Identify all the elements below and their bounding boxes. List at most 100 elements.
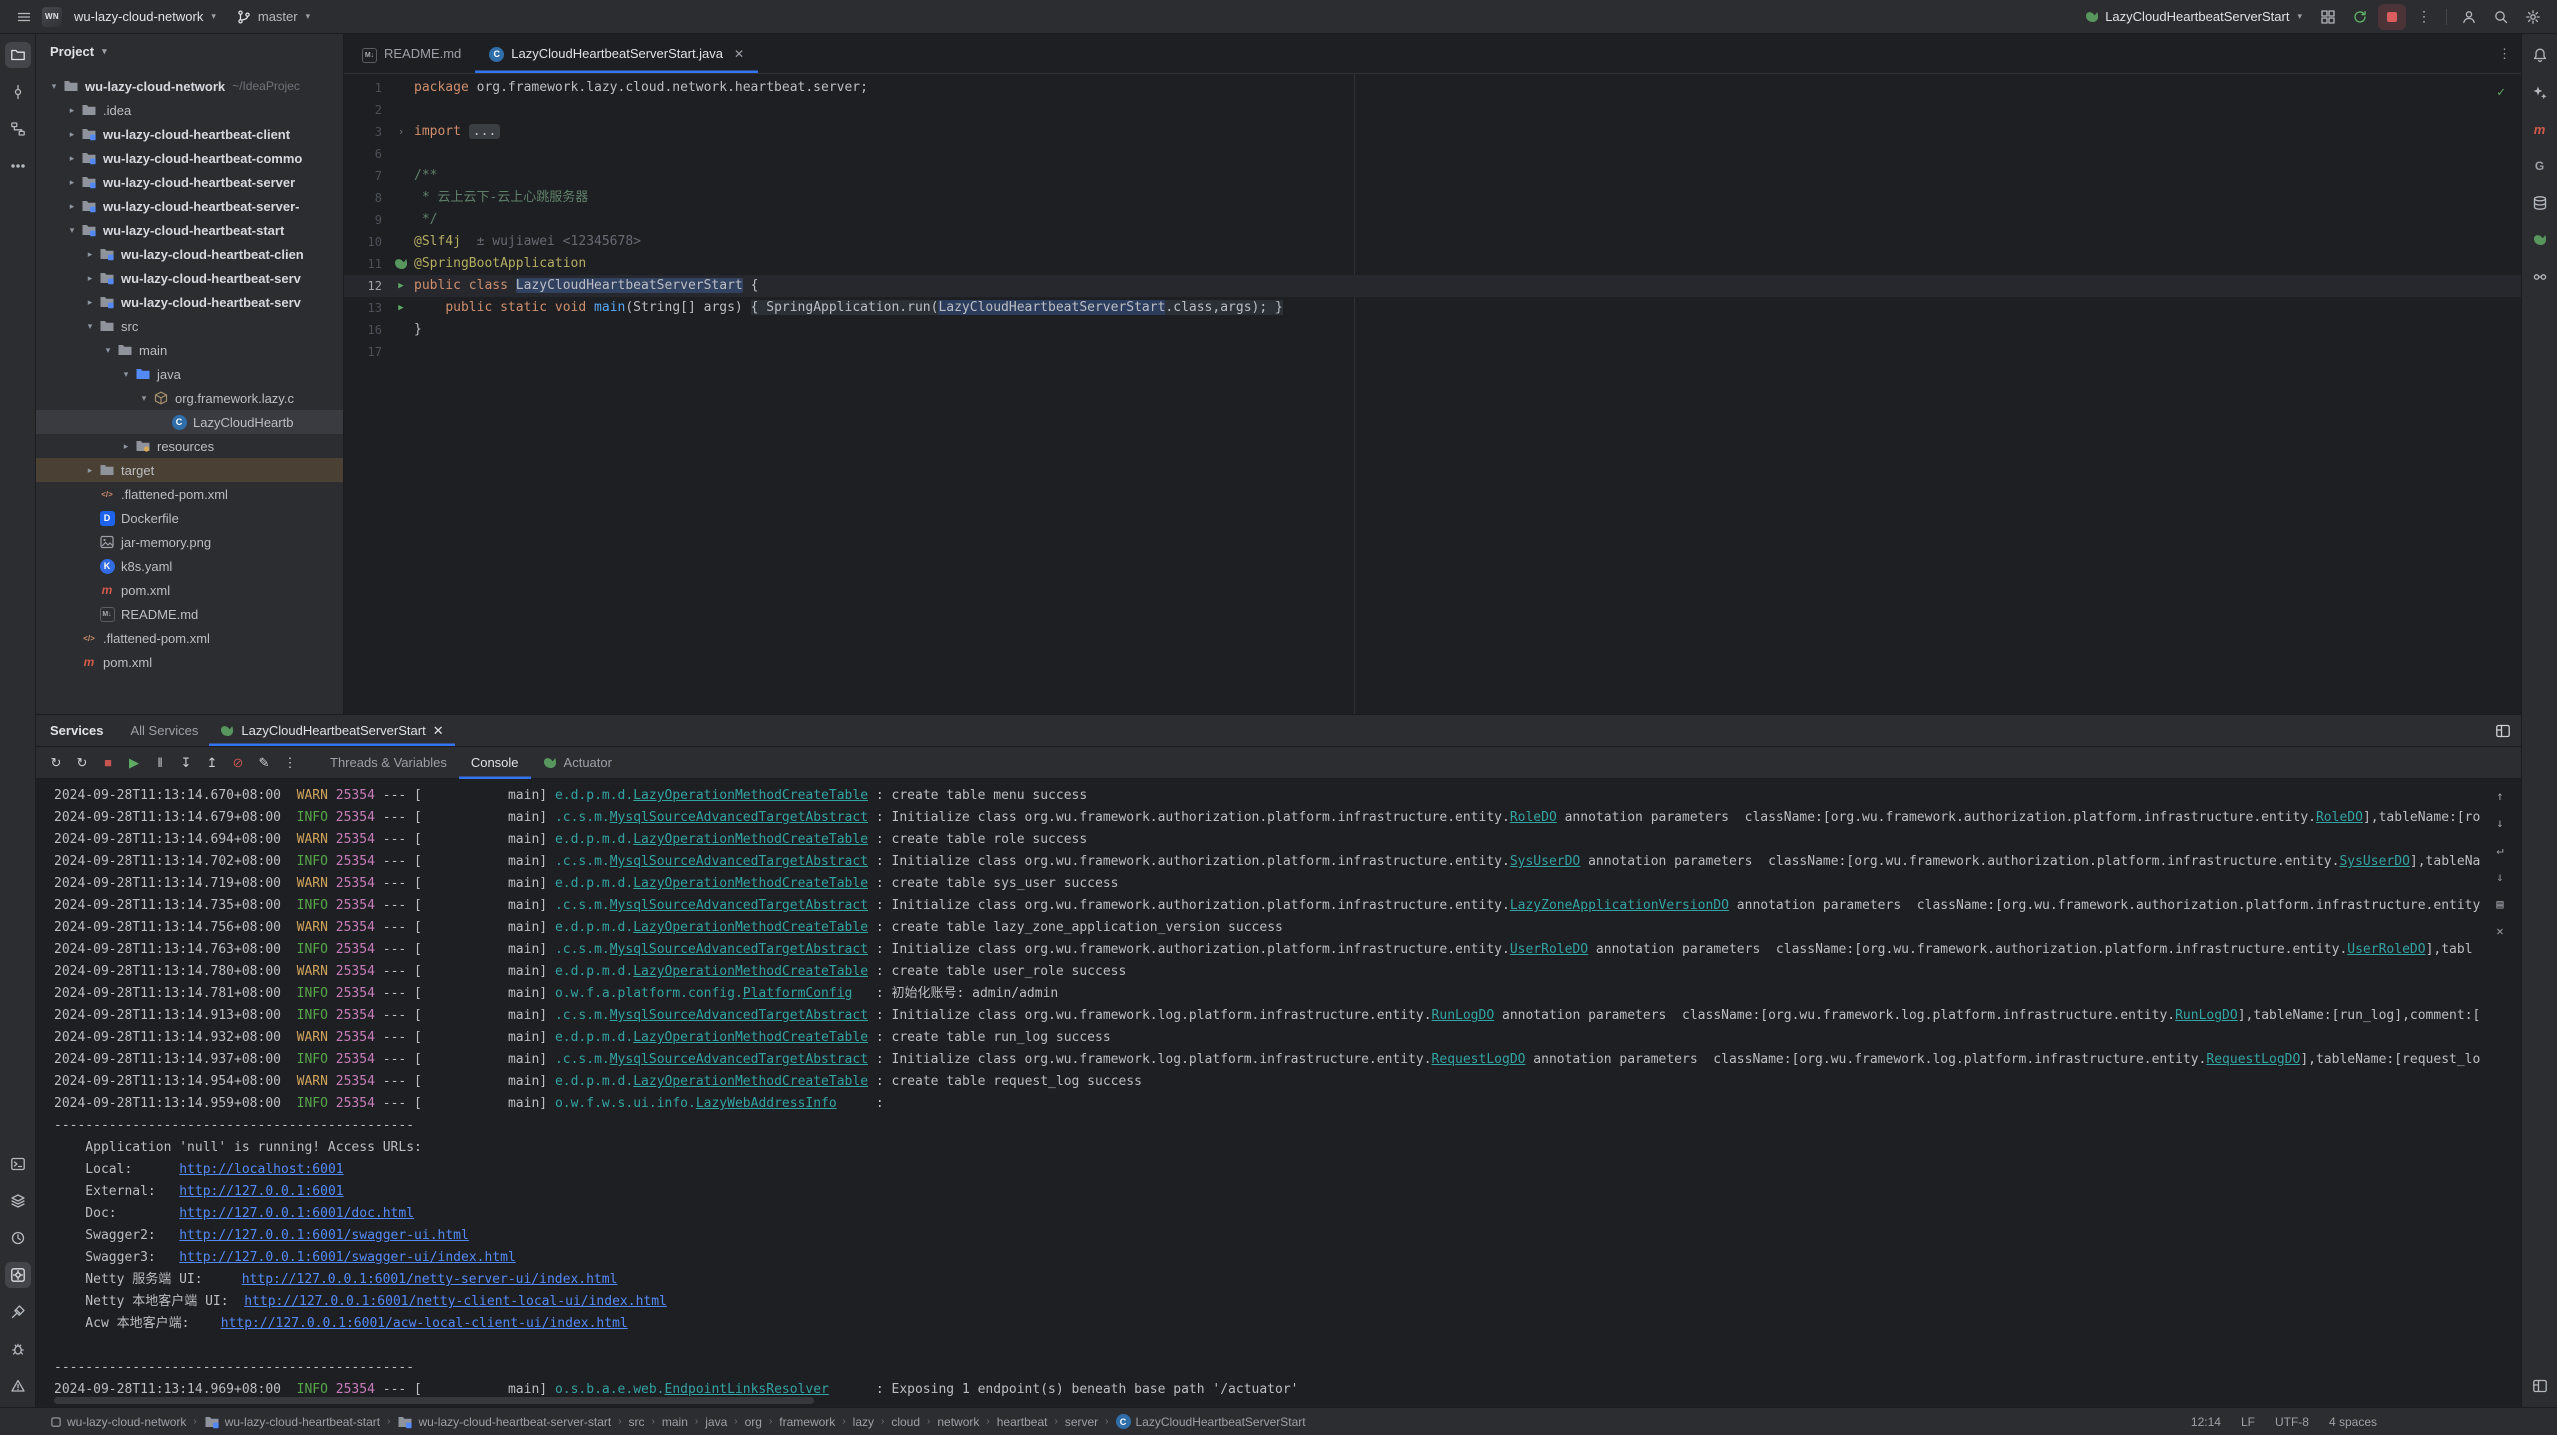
spring-gutter-icon[interactable] [394,257,408,271]
console-link[interactable]: UserRoleDO [2347,942,2425,957]
structure-icon[interactable] [5,116,31,142]
services-tab[interactable]: All Services [120,715,210,746]
console-link[interactable]: LazyOperationMethodCreateTable [633,920,868,935]
breadcrumb-item[interactable]: org [745,1415,762,1429]
down-stack-icon[interactable]: ↓ [2491,814,2509,832]
clear-console-icon[interactable]: ✕ [2491,922,2509,940]
print-icon[interactable]: ▤ [2491,895,2509,913]
tree-item[interactable]: ▾org.framework.lazy.c [36,386,343,410]
console-link[interactable]: LazyZoneApplicationVersionDO [1510,898,1729,913]
spring-icon[interactable] [2527,227,2553,253]
console-link[interactable]: http://127.0.0.1:6001/netty-server-ui/in… [242,1272,618,1287]
run-config-selector[interactable]: LazyCloudHeartbeatServerStart▾ [2077,4,2310,30]
tree-item[interactable]: ▾wu-lazy-cloud-network~/IdeaProjec [36,74,343,98]
tree-chevron-icon[interactable]: ▾ [100,345,116,356]
rerun-button[interactable] [2346,4,2374,30]
pause-icon[interactable]: ‖ [148,751,172,775]
more-run-actions-button[interactable]: ⋮ [2410,4,2438,30]
editor-tab[interactable]: M↓README.md [348,34,475,73]
step-up-icon[interactable]: ↥ [200,751,224,775]
build-icon[interactable] [5,1299,31,1325]
tree-item[interactable]: ▸wu-lazy-cloud-heartbeat-serv [36,266,343,290]
endpoints-icon[interactable] [2527,264,2553,290]
project-panel-header[interactable]: Project ▾ [36,34,343,68]
console-link[interactable]: LazyOperationMethodCreateTable [633,832,868,847]
history-icon[interactable] [5,1225,31,1251]
more-tool-windows-icon[interactable] [5,153,31,179]
breadcrumb-item[interactable]: java [705,1415,727,1429]
tree-chevron-icon[interactable]: ▸ [118,441,134,452]
tree-item[interactable]: Kk8s.yaml [36,554,343,578]
tree-item[interactable]: ▸wu-lazy-cloud-heartbeat-clien [36,242,343,266]
breadcrumb-item[interactable]: src [629,1415,645,1429]
console-link[interactable]: LazyOperationMethodCreateTable [633,964,868,979]
view-tab-actuator[interactable]: Actuator [531,747,624,779]
tree-chevron-icon[interactable]: ▸ [64,201,80,212]
tree-chevron-icon[interactable]: ▸ [82,297,98,308]
tree-item[interactable]: ▾main [36,338,343,362]
tree-chevron-icon[interactable]: ▾ [136,393,152,404]
terminal-icon[interactable] [5,1151,31,1177]
tree-item[interactable]: ▸target [36,458,343,482]
console-link[interactable]: http://127.0.0.1:6001/swagger-ui/index.h… [179,1250,516,1265]
tree-item[interactable]: </>.flattened-pom.xml [36,482,343,506]
caret-position[interactable]: 12:14 [2191,1415,2221,1429]
search-icon[interactable] [2487,4,2515,30]
console-link[interactable]: http://127.0.0.1:6001/netty-client-local… [244,1294,667,1309]
console-link[interactable]: RoleDO [1510,810,1557,825]
console-link[interactable]: RunLogDO [2175,1008,2238,1023]
console-link[interactable]: RoleDO [2316,810,2363,825]
resume-icon[interactable]: ▶ [122,751,146,775]
commit-icon[interactable] [5,79,31,105]
tree-chevron-icon[interactable]: ▾ [46,81,62,92]
rerun-icon[interactable]: ↻ [44,751,68,775]
breadcrumb-item[interactable]: CLazyCloudHeartbeatServerStart [1116,1414,1306,1430]
breadcrumb-item[interactable]: server [1065,1415,1098,1429]
tree-item[interactable]: ▾src [36,314,343,338]
console-hscrollbar[interactable] [54,1397,814,1404]
tree-chevron-icon[interactable]: ▸ [64,129,80,140]
gradle-icon[interactable]: G [2527,153,2553,179]
console-link[interactable]: MysqlSourceAdvancedTargetAbstract [610,1008,868,1023]
user-icon[interactable] [2455,4,2483,30]
tree-item[interactable]: ▸wu-lazy-cloud-heartbeat-serv [36,290,343,314]
edit-icon[interactable]: ✎ [252,751,276,775]
tree-chevron-icon[interactable]: ▾ [118,369,134,380]
console-link[interactable]: MysqlSourceAdvancedTargetAbstract [610,854,868,869]
console-link[interactable]: LazyOperationMethodCreateTable [633,876,868,891]
breadcrumb-item[interactable]: main [662,1415,688,1429]
database-icon[interactable] [2527,190,2553,216]
close-icon[interactable]: ✕ [734,47,744,61]
tree-item[interactable]: jar-memory.png [36,530,343,554]
maven-icon[interactable]: m [2527,116,2553,142]
tree-item[interactable]: </>.flattened-pom.xml [36,626,343,650]
vcs-branch-button[interactable]: master▾ [228,4,318,30]
tab-options-icon[interactable]: ⋮ [2498,34,2521,73]
breadcrumb-item[interactable]: wu-lazy-cloud-heartbeat-start [204,1414,380,1430]
editor-tab[interactable]: CLazyCloudHeartbeatServerStart.java✕ [475,34,758,73]
debug-icon[interactable] [5,1336,31,1362]
grid-icon[interactable] [2314,4,2342,30]
tree-item[interactable]: CLazyCloudHeartb [36,410,343,434]
tree-item[interactable]: ▸.idea [36,98,343,122]
mute-breakpoints-icon[interactable]: ⊘ [226,751,250,775]
console-link[interactable]: UserRoleDO [1510,942,1588,957]
console-link[interactable]: LazyWebAddressInfo [696,1096,837,1111]
console-link[interactable]: RequestLogDO [2206,1052,2300,1067]
tree-item[interactable]: ▸wu-lazy-cloud-heartbeat-commo [36,146,343,170]
view-tab-threads-variables[interactable]: Threads & Variables [318,747,459,779]
console-link[interactable]: LazyOperationMethodCreateTable [633,1030,868,1045]
tree-chevron-icon[interactable]: ▸ [82,249,98,260]
tree-chevron-icon[interactable]: ▸ [64,153,80,164]
window-layout-icon[interactable] [2527,1373,2553,1399]
services-icon[interactable] [5,1262,31,1288]
tree-item[interactable]: ▸wu-lazy-cloud-heartbeat-server- [36,194,343,218]
breadcrumb-item[interactable]: wu-lazy-cloud-heartbeat-server-start [397,1414,611,1430]
console-link[interactable]: EndpointLinksResolver [665,1382,829,1397]
console-link[interactable]: http://localhost:6001 [179,1162,343,1177]
tree-item[interactable]: M↓README.md [36,602,343,626]
project-icon[interactable] [5,42,31,68]
services-tab[interactable]: LazyCloudHeartbeatServerStart✕ [209,715,454,746]
up-stack-icon[interactable]: ↑ [2491,787,2509,805]
project-switcher[interactable]: wu-lazy-cloud-network▾ [66,4,224,30]
